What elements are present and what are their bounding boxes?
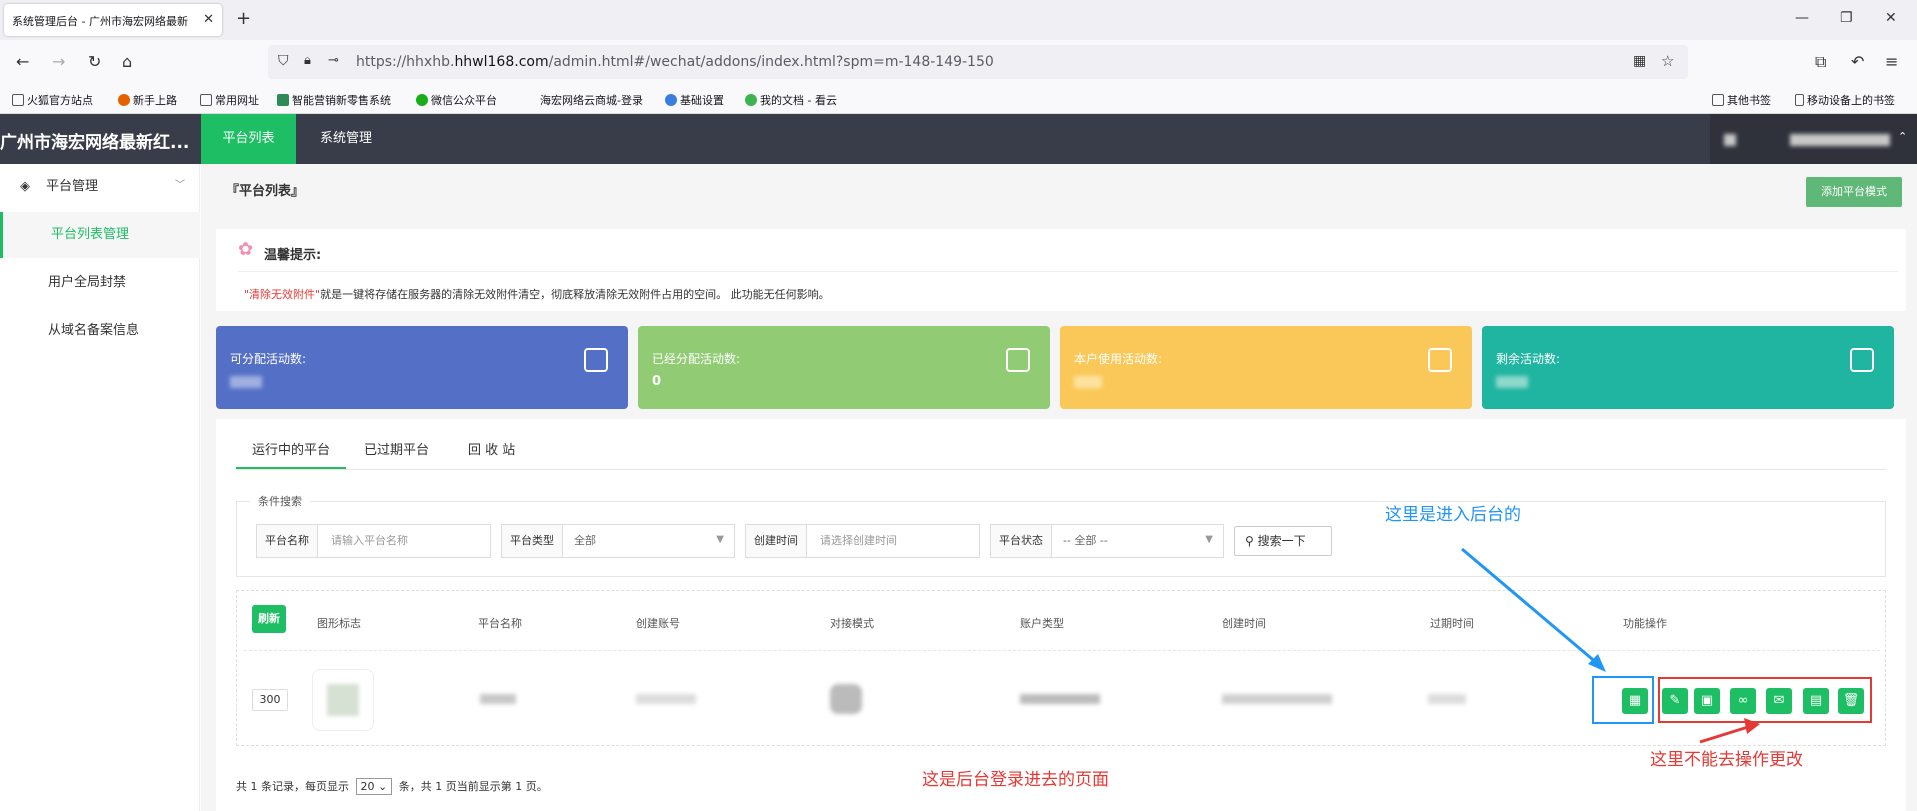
annotation-arrows xyxy=(1461,547,1760,744)
red-arrowhead xyxy=(1744,718,1760,734)
red-arrow xyxy=(1699,725,1749,744)
blue-arrow xyxy=(1461,547,1599,666)
